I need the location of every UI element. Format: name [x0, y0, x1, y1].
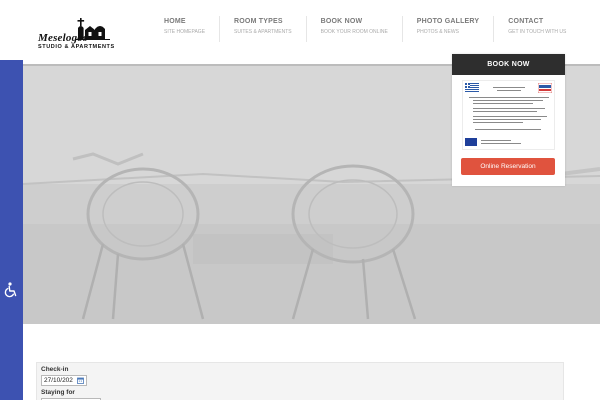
- nav-item-subtitle: SUITES & APARTMENTS: [234, 29, 292, 35]
- espa-logo-icon: [538, 83, 552, 93]
- accessibility-toggle-button[interactable]: [1, 280, 21, 300]
- nav-item-photo-gallery[interactable]: PHOTO GALLERY PHOTOS & NEWS: [401, 16, 494, 42]
- eu-flag-icon: [465, 138, 477, 146]
- espa-text-line: [473, 108, 545, 109]
- logo-tagline: STUDIO & APARTMENTS: [38, 44, 115, 50]
- page: Meselogos STUDIO & APARTMENTS HOME SITE …: [0, 0, 600, 400]
- espa-text-line: [469, 97, 549, 98]
- nav-item-subtitle: SITE HOMEPAGE: [164, 29, 206, 35]
- espa-text-line: [481, 143, 521, 144]
- main-navigation: HOME SITE HOMEPAGE ROOM TYPES SUITES & A…: [150, 16, 580, 42]
- nav-item-title: BOOK NOW: [320, 18, 363, 25]
- espa-text-line: [473, 100, 543, 101]
- staying-for-label: Staying for: [41, 389, 75, 396]
- nav-item-title: HOME: [164, 18, 186, 25]
- wheelchair-icon: [4, 282, 17, 298]
- greek-flag-icon: [465, 83, 479, 92]
- availability-search-form: Check-in 27/10/202 Staying for: [36, 362, 564, 400]
- nav-item-home[interactable]: HOME SITE HOMEPAGE: [150, 16, 219, 42]
- espa-text-line: [481, 140, 511, 141]
- espa-text-line: [493, 87, 525, 88]
- site-header: Meselogos STUDIO & APARTMENTS HOME SITE …: [0, 0, 600, 60]
- nav-item-title: PHOTO GALLERY: [416, 18, 480, 25]
- espa-text-line: [473, 116, 547, 117]
- online-reservation-button[interactable]: Online Reservation: [461, 158, 555, 175]
- nav-item-subtitle: GET IN TOUCH WITH US: [508, 29, 567, 35]
- booking-panel-heading: BOOK NOW: [452, 54, 565, 75]
- nav-item-subtitle: BOOK YOUR ROOM ONLINE: [320, 29, 388, 35]
- checkin-label: Check-in: [41, 366, 69, 373]
- espa-text-line: [473, 111, 537, 112]
- nav-item-subtitle: PHOTOS & NEWS: [416, 29, 459, 35]
- espa-text-line: [497, 90, 521, 91]
- espa-text-line: [473, 119, 541, 120]
- site-logo[interactable]: Meselogos STUDIO & APARTMENTS: [36, 16, 115, 54]
- nav-item-book-now[interactable]: BOOK NOW BOOK YOUR ROOM ONLINE: [305, 16, 402, 42]
- espa-text-line: [473, 122, 523, 123]
- espa-text-line: [475, 129, 541, 130]
- calendar-icon[interactable]: [77, 377, 84, 384]
- nav-item-contact[interactable]: CONTACT GET IN TOUCH WITH US: [493, 16, 580, 42]
- logo-brand-text: Meselogos: [38, 32, 88, 44]
- espa-text-line: [473, 103, 533, 104]
- espa-funding-banner[interactable]: [462, 80, 555, 150]
- nav-item-title: CONTACT: [508, 18, 544, 25]
- nav-item-title: ROOM TYPES: [234, 18, 283, 25]
- accessibility-sidebar: [0, 43, 23, 400]
- nav-item-room-types[interactable]: ROOM TYPES SUITES & APARTMENTS: [219, 16, 306, 42]
